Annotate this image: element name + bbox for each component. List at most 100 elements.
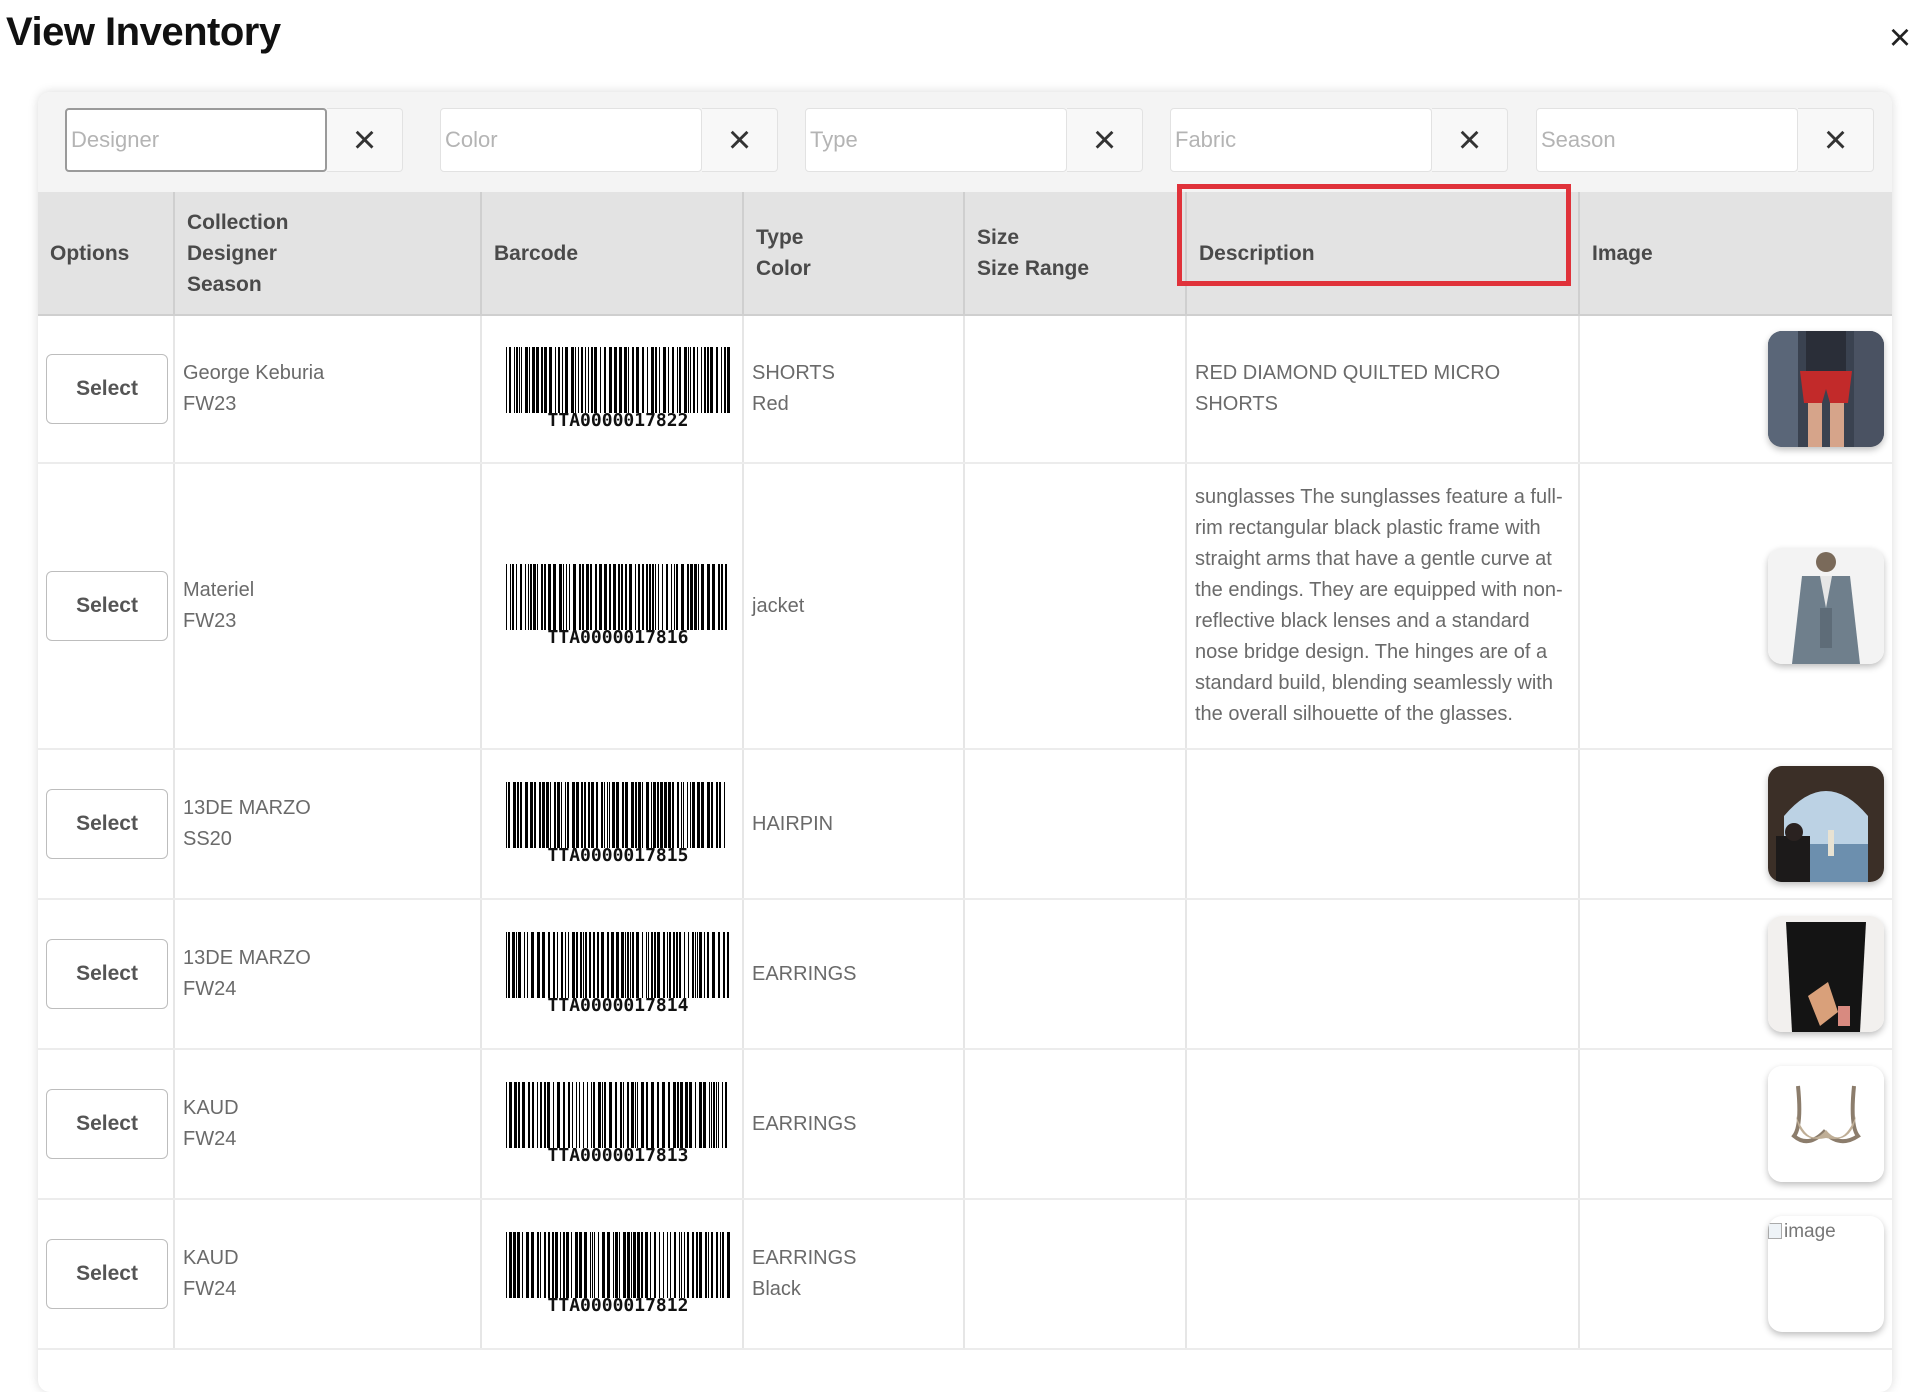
header-barcode: Barcode <box>481 192 744 316</box>
barcode-cell: TTA0000017812 <box>481 1199 744 1350</box>
fabric-filter-input[interactable] <box>1170 108 1432 172</box>
table-row: Select KAUD FW24 TTA0000017812 EARRINGS … <box>38 1199 1892 1350</box>
description-cell <box>1186 1199 1580 1350</box>
broken-image-alt: image <box>1784 1221 1836 1242</box>
table-row: Select George Keburia FW23 TTA0000017822… <box>38 315 1892 464</box>
type-color-cell: EARRINGS Black <box>743 1199 965 1350</box>
designer-text: 13DE MARZO <box>183 947 311 969</box>
collection-cell: Materiel FW23 <box>174 463 482 750</box>
product-thumbnail[interactable] <box>1768 766 1884 882</box>
type-color-cell: EARRINGS <box>743 1049 965 1200</box>
image-cell <box>1579 463 1892 750</box>
header-type-label: Type <box>756 226 804 249</box>
product-thumbnail[interactable] <box>1768 548 1884 664</box>
barcode: TTA0000017812 <box>506 1232 730 1316</box>
collection-cell: 13DE MARZO SS20 <box>174 749 482 900</box>
type-text: EARRINGS <box>752 962 857 985</box>
options-cell: Select <box>38 1049 175 1200</box>
barcode-bars <box>506 932 730 998</box>
fabric-filter-clear-icon[interactable]: × <box>1432 108 1508 172</box>
size-cell <box>964 1199 1187 1350</box>
barcode: TTA0000017814 <box>506 932 730 1016</box>
barcode-bars <box>506 564 730 630</box>
table-row: Select Materiel FW23 TTA0000017816 jacke… <box>38 463 1892 750</box>
header-type-color: Type Color <box>743 192 965 316</box>
barcode-bars <box>506 347 730 413</box>
type-color-cell: EARRINGS <box>743 899 965 1050</box>
type-filter-input[interactable] <box>805 108 1067 172</box>
header-size: Size Size Range <box>964 192 1187 316</box>
broken-image-icon: image <box>1768 1216 1836 1247</box>
product-thumbnail[interactable] <box>1768 331 1884 447</box>
barcode: TTA0000017815 <box>506 782 730 866</box>
description-cell: sunglasses The sunglasses feature a full… <box>1186 463 1580 750</box>
header-size-label: Size <box>977 226 1020 249</box>
designer-text: George Keburia <box>183 362 325 384</box>
collection-cell: KAUD FW24 <box>174 1199 482 1350</box>
barcode-cell: TTA0000017822 <box>481 315 744 464</box>
season-filter-clear-icon[interactable]: × <box>1798 108 1874 172</box>
barcode-number: TTA0000017822 <box>547 410 689 431</box>
type-text: HAIRPIN <box>752 812 834 835</box>
barcode-number: TTA0000017813 <box>547 1145 689 1166</box>
header-image: Image <box>1579 192 1892 316</box>
table-header-row: Options Collection Designer Season Barco… <box>38 192 1892 316</box>
barcode-number: TTA0000017815 <box>547 845 689 866</box>
table-row: Select 13DE MARZO FW24 TTA0000017814 EAR… <box>38 899 1892 1050</box>
header-collection-label: Collection <box>187 210 289 234</box>
color-filter-clear-icon[interactable]: × <box>702 108 778 172</box>
select-button[interactable]: Select <box>46 354 168 424</box>
barcode-number: TTA0000017814 <box>547 995 689 1016</box>
description-cell <box>1186 749 1580 900</box>
header-options: Options <box>38 192 175 316</box>
image-cell: image <box>1579 1199 1892 1350</box>
barcode: TTA0000017813 <box>506 1082 730 1166</box>
dialog-title: View Inventory <box>6 10 281 54</box>
options-cell: Select <box>38 1199 175 1350</box>
designer-filter-input[interactable] <box>65 108 327 172</box>
inventory-panel: × × × × × Options Co <box>38 92 1892 1392</box>
header-designer-label: Designer <box>187 241 277 265</box>
select-button[interactable]: Select <box>46 939 168 1009</box>
description-text: sunglasses The sunglasses feature a full… <box>1195 486 1563 725</box>
barcode: TTA0000017822 <box>506 347 730 431</box>
collection-cell: KAUD FW24 <box>174 1049 482 1200</box>
type-text: jacket <box>752 594 805 617</box>
header-size-range-label: Size Range <box>977 257 1090 280</box>
close-icon[interactable]: × <box>1880 18 1920 58</box>
size-cell <box>964 463 1187 750</box>
product-thumbnail[interactable] <box>1768 1066 1884 1182</box>
season-filter-input[interactable] <box>1536 108 1798 172</box>
barcode-bars <box>506 1232 730 1298</box>
filter-bar: × × × × × <box>38 92 1892 192</box>
designer-filter-clear-icon[interactable]: × <box>327 108 403 172</box>
season-text: FW23 <box>183 610 237 632</box>
barcode-number: TTA0000017816 <box>547 627 689 648</box>
image-cell <box>1579 899 1892 1050</box>
barcode-number: TTA0000017812 <box>547 1295 689 1316</box>
color-filter-input[interactable] <box>440 108 702 172</box>
type-filter-clear-icon[interactable]: × <box>1067 108 1143 172</box>
image-cell <box>1579 749 1892 900</box>
image-cell <box>1579 315 1892 464</box>
product-thumbnail[interactable] <box>1768 916 1884 1032</box>
select-button[interactable]: Select <box>46 1089 168 1159</box>
barcode-cell: TTA0000017816 <box>481 463 744 750</box>
header-collection: Collection Designer Season <box>174 192 482 316</box>
select-button[interactable]: Select <box>46 789 168 859</box>
barcode-cell: TTA0000017815 <box>481 749 744 900</box>
header-description: Description <box>1186 192 1580 316</box>
image-cell <box>1579 1049 1892 1200</box>
season-text: FW24 <box>183 1128 237 1150</box>
season-text: FW24 <box>183 978 237 1000</box>
size-cell <box>964 749 1187 900</box>
inventory-table: Options Collection Designer Season Barco… <box>38 192 1892 1350</box>
designer-text: KAUD <box>183 1097 239 1119</box>
select-button[interactable]: Select <box>46 1239 168 1309</box>
product-thumbnail[interactable]: image <box>1768 1216 1884 1332</box>
select-button[interactable]: Select <box>46 571 168 641</box>
barcode-bars <box>506 782 730 848</box>
designer-text: 13DE MARZO <box>183 797 311 819</box>
table-row: Select 13DE MARZO SS20 TTA0000017815 HAI… <box>38 749 1892 900</box>
barcode-cell: TTA0000017813 <box>481 1049 744 1200</box>
